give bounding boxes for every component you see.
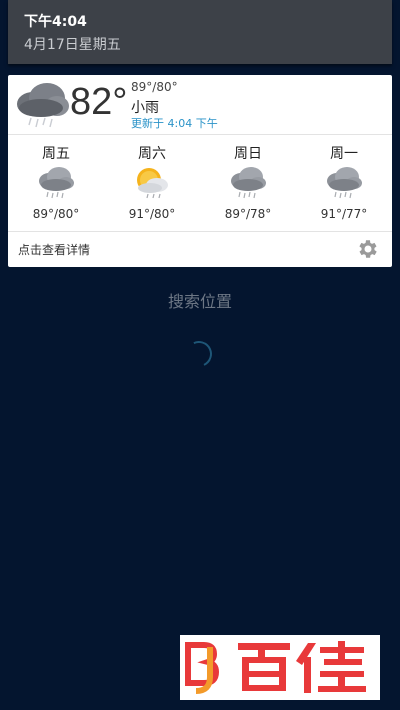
view-details-link[interactable]: 点击查看详情 [18,241,90,258]
clock-time: 下午4:04 [24,14,87,30]
forecast-day[interactable]: 周五 89°/80° [8,135,104,231]
forecast-range: 91°/80° [128,207,176,221]
search-location-text: 搜索位置 [167,292,232,311]
forecast-day-name: 周一 [330,146,358,162]
forecast-range: 89°/80° [32,207,80,221]
loading-spinner [182,337,216,371]
widget-footer: 点击查看详情 [8,232,392,267]
forecast-day[interactable]: 周六 91°/80° [104,135,200,231]
hi-lo-temperature: 89°/80° [131,80,178,94]
rain-cloud-icon [39,167,74,199]
weather-widget[interactable]: 82° 89°/80° 小雨 更新于 4:04 下午 周五 89°/80° 周六 [8,75,392,267]
rain-cloud-icon [327,167,362,199]
brand-logo [180,635,380,700]
gear-icon[interactable] [356,237,380,261]
logo-graphic [185,641,366,694]
forecast-day-name: 周五 [42,146,70,162]
forecast-day[interactable]: 周一 91°/77° [296,135,392,231]
current-weather[interactable]: 82° 89°/80° 小雨 更新于 4:04 下午 [8,75,392,133]
forecast-day-name: 周六 [138,146,166,162]
forecast-range: 91°/77° [320,207,368,221]
forecast-row: 周五 89°/80° 周六 91°/80° 周日 89°/78° 周一 91°/… [8,135,392,231]
weather-condition: 小雨 [131,100,159,116]
forecast-range: 89°/78° [224,207,272,221]
updated-time: 更新于 4:04 下午 [131,117,218,130]
current-temperature: 82° [70,81,128,123]
rain-cloud-icon [17,83,69,128]
notification-shade[interactable]: 下午4:04 4月17日星期五 [8,0,392,64]
rain-cloud-icon [231,167,266,199]
partly-sunny-rain-icon [137,168,168,199]
forecast-day-name: 周日 [234,146,262,162]
forecast-day[interactable]: 周日 89°/78° [200,135,296,231]
clock-date: 4月17日星期五 [24,37,121,53]
